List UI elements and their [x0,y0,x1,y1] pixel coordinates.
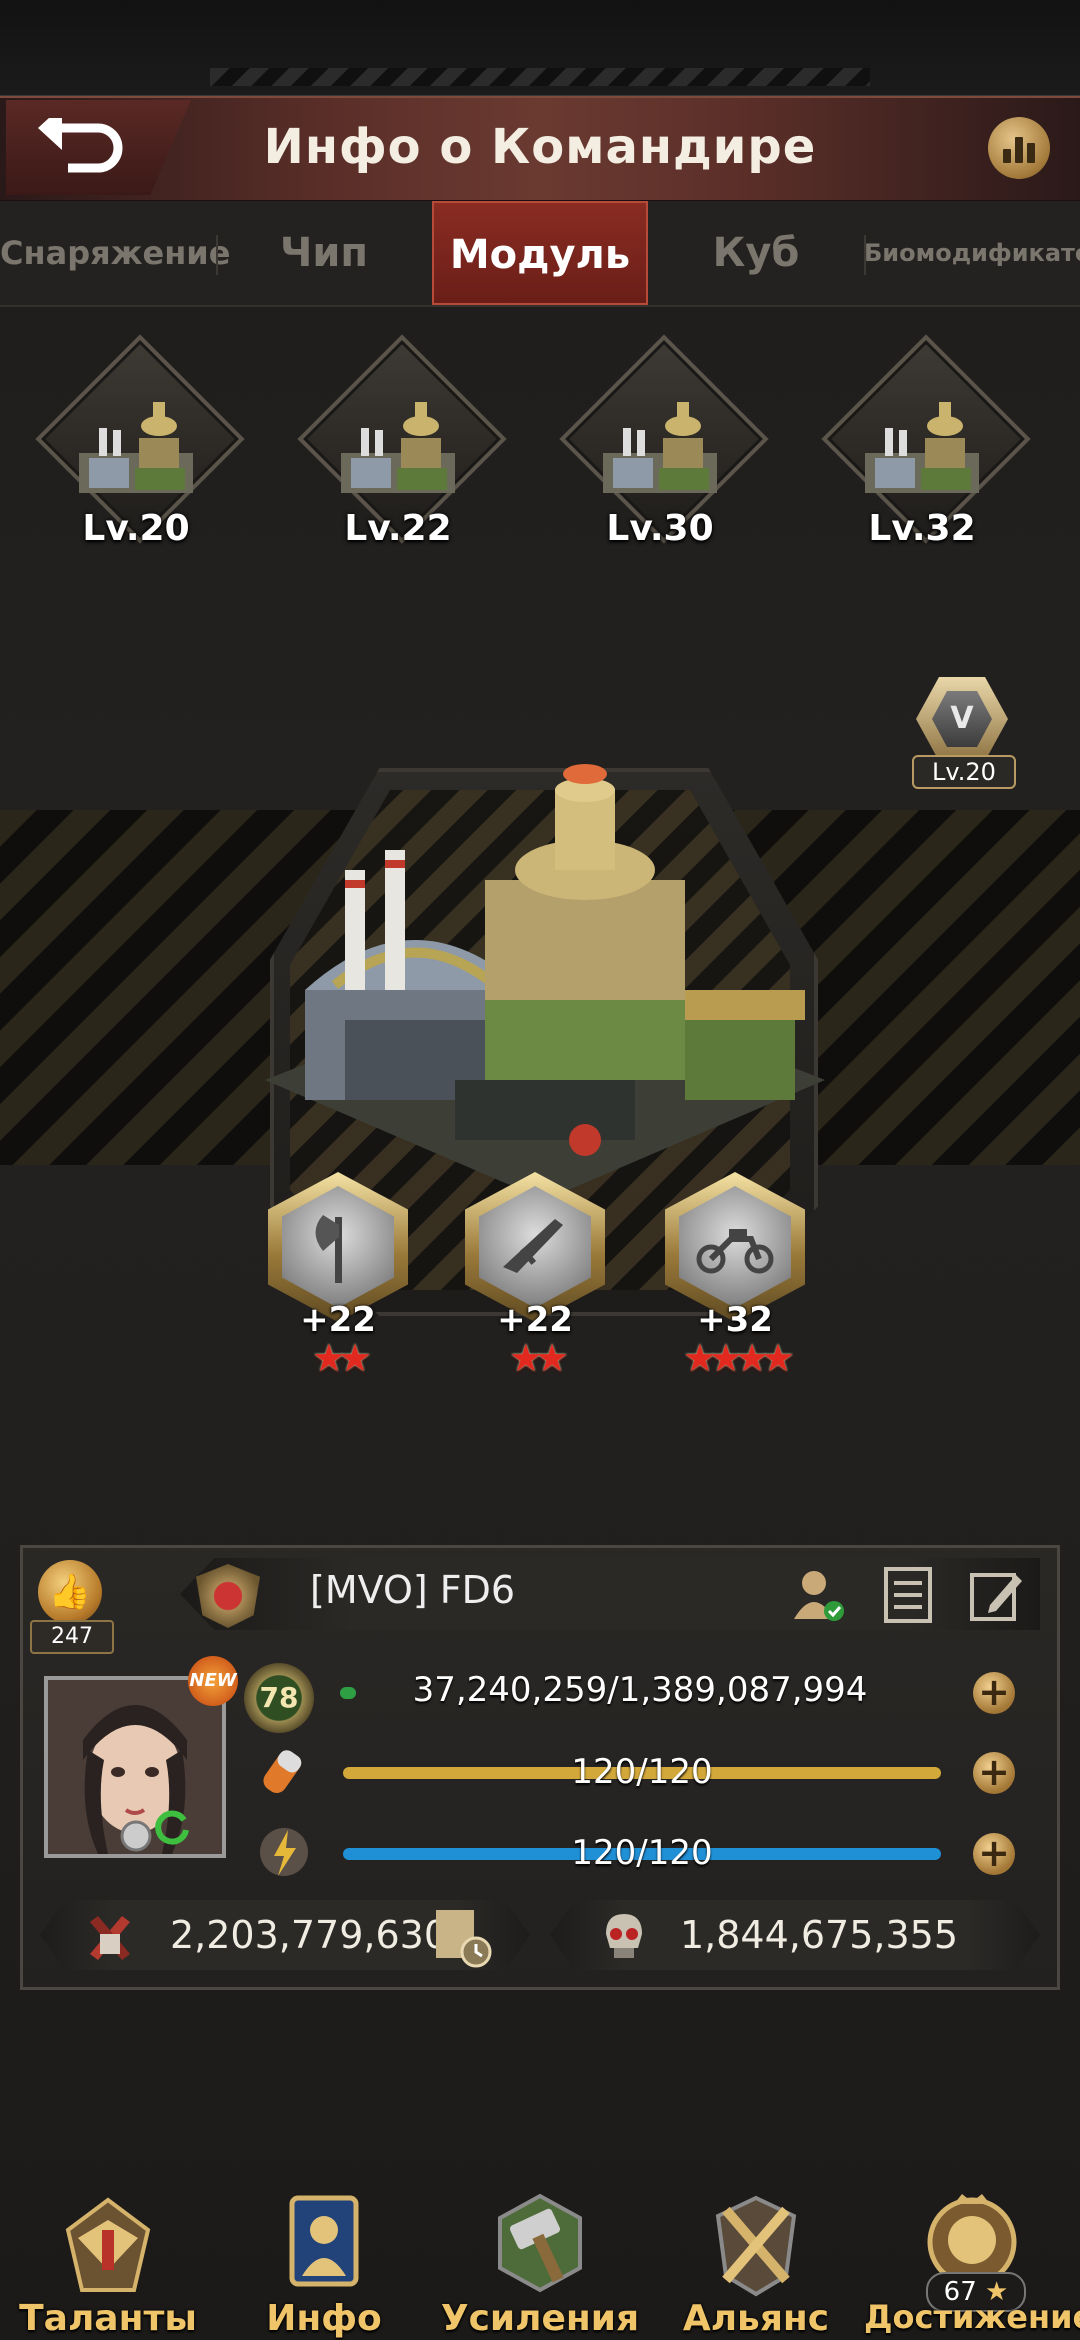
energy-text: 120/120 [571,1833,713,1873]
skill-motorcycle[interactable]: +32 ★★★★ [660,1172,810,1382]
commander-level-badge: 78 [244,1663,314,1733]
commander-name: [MVO] FD6 [310,1568,516,1612]
nav-label: Инфо [266,2298,382,2339]
module-level: Lv.30 [606,508,714,549]
skill-value: +22 [300,1300,376,1340]
commander-portrait [48,1680,222,1854]
add-exp-button[interactable]: + [973,1672,1015,1714]
axe-icon [315,1215,342,1283]
rifle-icon [503,1219,563,1273]
top-hazard-stripe [210,68,870,86]
eagle-emblem-icon [65,2197,151,2292]
factory-icon [79,402,193,493]
module-slot-4[interactable]: Lv.32 [817,334,1031,570]
tab-cube[interactable]: Куб [648,201,864,305]
add-stamina-button[interactable]: + [973,1752,1015,1794]
rank-shield-icon [196,1564,260,1628]
skill-value: +32 [697,1300,773,1340]
nav-alliance[interactable]: Альянс [648,2180,864,2340]
stamina-text: 120/120 [571,1752,713,1792]
stats-chart-button[interactable] [988,117,1050,179]
module-rank-badge[interactable]: V Lv.20 [902,677,1022,789]
crossed-swords-icon [715,2195,797,2297]
power-detail-button[interactable] [432,1906,496,1970]
thumbs-up-icon: 👍 [38,1560,102,1624]
nav-achievements[interactable]: 67 ★ Достижение [864,2180,1080,2340]
factory-icon [603,402,717,493]
user-check-icon [794,1571,844,1621]
rank-badge-level: Lv.20 [912,755,1016,789]
tab-module[interactable]: Модуль [432,201,648,305]
bottom-nav: Таланты Инфо Усиления Альянс 67 ★ Достиж… [0,2180,1080,2340]
nav-label: Альянс [682,2298,830,2339]
nav-label: Усиления [440,2298,640,2339]
module-level: Lv.20 [82,508,190,549]
nav-label: Таланты [19,2298,197,2339]
nav-boosts[interactable]: Усиления [432,2180,648,2340]
factory-icon [341,402,455,493]
tab-equipment[interactable]: Снаряжение [0,201,230,305]
rank-v-icon: V [932,691,992,747]
report-clock-icon [436,1910,492,1968]
skill-stars: ★★ [508,1336,569,1380]
edit-pencil-icon [970,1573,1022,1621]
bar-chart-icon [1003,149,1011,163]
module-level: Lv.22 [344,508,452,549]
document-list-icon [884,1567,932,1623]
rank-emblem[interactable] [188,1560,268,1634]
page-title: Инфо о Командире [263,119,817,175]
nav-label: Достижение [864,2298,1080,2336]
skill-stars: ★★★★ [682,1336,795,1380]
like-count: 247 [30,1620,114,1654]
tab-biomodifier[interactable]: Биомодификатор [864,201,1080,305]
factory-icon [865,402,979,493]
edit-button[interactable] [966,1565,1026,1625]
hammer-icon [498,2193,582,2293]
skill-axe[interactable]: +22 ★★ [263,1172,413,1382]
crossed-guns-icon [82,1908,138,1964]
tab-bar: Снаряжение Чип Модуль Куб Биомодификатор [0,201,1080,307]
module-level: Lv.32 [868,508,976,549]
energy-icon [254,1822,314,1882]
kills-value: 1,844,675,355 [680,1913,959,1957]
skill-value: +22 [497,1300,573,1340]
module-slot-1[interactable]: Lv.20 [31,334,245,570]
factory-building-image [265,764,825,1200]
new-badge: NEW [188,1656,238,1706]
module-slot-2[interactable]: Lv.22 [293,334,507,570]
nav-info[interactable]: Инфо [216,2180,432,2340]
tab-chip[interactable]: Чип [216,201,432,305]
power-value: 2,203,779,630 [170,1913,449,1957]
profile-check-button[interactable] [788,1565,848,1625]
add-energy-button[interactable]: + [973,1833,1015,1875]
module-slot-3[interactable]: Lv.30 [555,334,769,570]
skill-rifle[interactable]: +22 ★★ [460,1172,610,1382]
nav-talents[interactable]: Таланты [0,2180,216,2340]
records-button[interactable] [878,1565,938,1625]
avatar[interactable] [44,1676,226,1858]
like-button[interactable]: 👍 247 [30,1560,114,1654]
skill-stars: ★★ [311,1336,372,1380]
skull-icon [596,1908,652,1964]
exp-text: 37,240,259/1,389,087,994 [412,1670,868,1710]
stamina-icon [254,1742,314,1802]
motorcycle-icon [696,1229,774,1274]
commander-card-icon [289,2195,359,2287]
